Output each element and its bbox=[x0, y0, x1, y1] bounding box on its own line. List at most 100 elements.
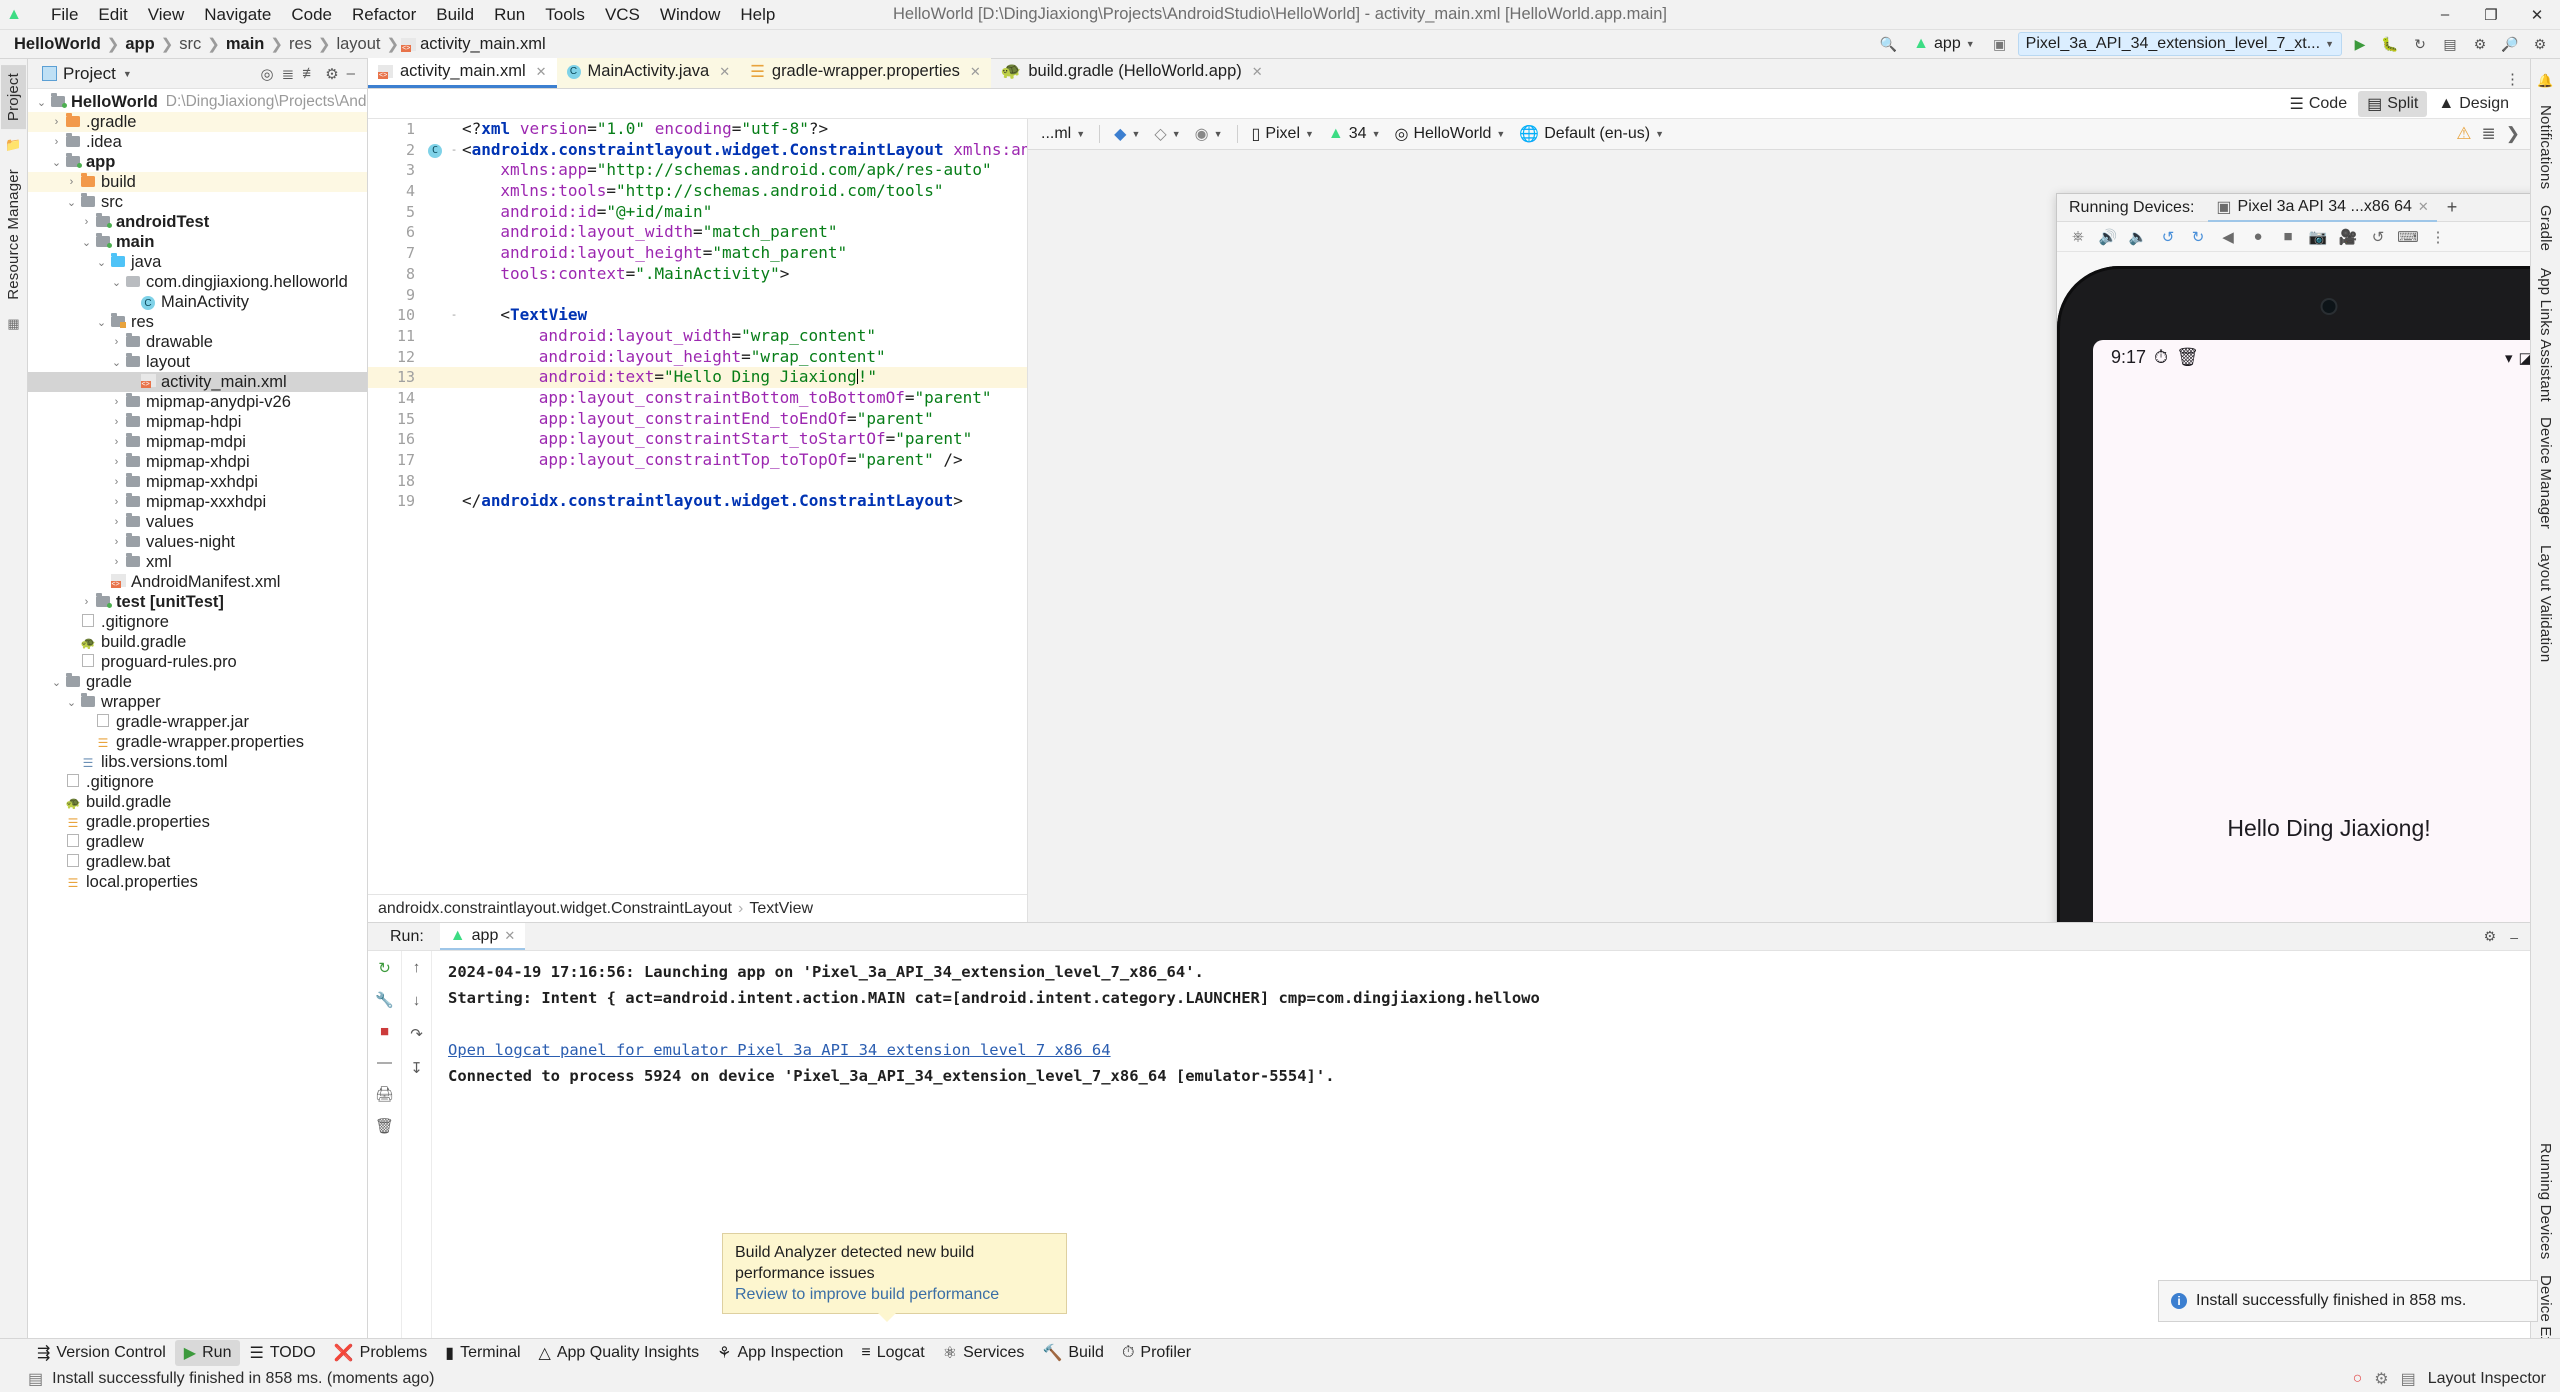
project-view-chevron-down-icon[interactable]: ▼ bbox=[123, 69, 132, 79]
menu-run[interactable]: Run bbox=[485, 2, 534, 28]
scroll-up-icon[interactable]: ↑ bbox=[413, 959, 421, 976]
tree-node[interactable]: .gitignore bbox=[28, 772, 367, 792]
tool-window-services[interactable]: ⚛ Services bbox=[934, 1340, 1034, 1366]
mode-code-button[interactable]: ☰ Code bbox=[2281, 91, 2357, 117]
menu-window[interactable]: Window bbox=[651, 2, 729, 28]
tree-expand-arrow-icon[interactable]: ⌄ bbox=[94, 256, 109, 269]
tool-tab-notifications[interactable]: Notifications bbox=[2533, 97, 2558, 197]
build-analyzer-subtitle[interactable]: Review to improve build performance bbox=[735, 1284, 1054, 1305]
tree-node[interactable]: ⌄ com.dingjiaxiong.helloworld bbox=[28, 272, 367, 292]
tool-tab-resource-manager[interactable]: Resource Manager bbox=[1, 161, 26, 308]
code-line[interactable]: 13 android:text="Hello Ding Jiaxiong!" bbox=[368, 367, 1027, 388]
hide-panel-icon[interactable]: – bbox=[347, 65, 355, 82]
breadcrumb-layout[interactable]: layout ❯ bbox=[332, 34, 401, 55]
menu-navigate[interactable]: Navigate bbox=[195, 2, 280, 28]
tree-node[interactable]: ☰ local.properties bbox=[28, 872, 367, 892]
tree-node[interactable]: › .idea bbox=[28, 132, 367, 152]
expand-all-icon[interactable]: ≣ bbox=[282, 65, 295, 83]
code-line[interactable]: 2 C - <androidx.constraintlayout.widget.Con… bbox=[368, 140, 1027, 161]
tree-node[interactable]: ⌄ gradle bbox=[28, 672, 367, 692]
tree-expand-arrow-icon[interactable]: › bbox=[109, 496, 124, 508]
breadcrumb-activity-main-xml[interactable]: activity_main.xml bbox=[401, 34, 550, 55]
run-settings-icon[interactable]: ⚙ bbox=[2484, 928, 2497, 945]
screenshot-icon[interactable]: 📷 bbox=[2303, 224, 2333, 250]
tree-node[interactable]: › mipmap-anydpi-v26 bbox=[28, 392, 367, 412]
tree-expand-arrow-icon[interactable]: › bbox=[109, 436, 124, 448]
sdk-manager-icon[interactable]: ⚙ bbox=[2468, 33, 2492, 55]
overview-icon[interactable]: ■ bbox=[2273, 224, 2303, 250]
record-icon[interactable]: 🎥 bbox=[2333, 224, 2363, 250]
tree-expand-arrow-icon[interactable]: ⌄ bbox=[109, 356, 124, 369]
volume-down-icon[interactable]: 🔈 bbox=[2123, 224, 2153, 250]
rerun-icon[interactable]: ↻ bbox=[378, 959, 391, 977]
search-icon[interactable]: 🔎 bbox=[2498, 33, 2522, 55]
tree-expand-arrow-icon[interactable]: ⌄ bbox=[109, 276, 124, 289]
status-parent-component[interactable]: androidx.constraintlayout.widget.Constra… bbox=[378, 900, 732, 918]
layout-inspector-label[interactable]: Layout Inspector bbox=[2428, 1370, 2546, 1388]
tree-expand-arrow-icon[interactable]: › bbox=[79, 216, 94, 228]
code-line[interactable]: 4 xmlns:tools="http://schemas.android.com… bbox=[368, 181, 1027, 202]
soft-wrap-icon[interactable]: ↷ bbox=[410, 1025, 423, 1043]
tree-node[interactable]: › values bbox=[28, 512, 367, 532]
tool-window-version-control[interactable]: ⇶ Version Control bbox=[28, 1340, 175, 1366]
tree-node[interactable]: ☰ libs.versions.toml bbox=[28, 752, 367, 772]
tree-expand-arrow-icon[interactable]: ⌄ bbox=[64, 696, 79, 709]
project-tree[interactable]: ⌄ HelloWorld D:\DingJiaxiong\Projects\Andr… bbox=[28, 89, 367, 1392]
tree-node[interactable]: gradle-wrapper.jar bbox=[28, 712, 367, 732]
tree-expand-arrow-icon[interactable]: ⌄ bbox=[79, 236, 94, 249]
device-selector[interactable]: Pixel_3a_API_34_extension_level_7_xt... … bbox=[2017, 32, 2342, 56]
tree-expand-arrow-icon[interactable]: › bbox=[109, 476, 124, 488]
tree-node[interactable]: ⌄ res bbox=[28, 312, 367, 332]
menu-code[interactable]: Code bbox=[282, 2, 341, 28]
tree-expand-arrow-icon[interactable]: › bbox=[109, 396, 124, 408]
tool-tab-running-devices[interactable]: Running Devices bbox=[2533, 1135, 2558, 1267]
code-line[interactable]: 3 xmlns:app="http://schemas.android.com/a… bbox=[368, 160, 1027, 181]
editor-tab-mainactivity-java[interactable]: C MainActivity.java ✕ bbox=[556, 58, 741, 88]
menu-build[interactable]: Build bbox=[427, 2, 483, 28]
tree-node[interactable]: ⌄ main bbox=[28, 232, 367, 252]
tree-expand-arrow-icon[interactable]: › bbox=[49, 116, 64, 128]
run-console[interactable]: 2024-04-19 17:16:56: Launching app on 'P… bbox=[432, 951, 2530, 1392]
tool-tab-device-manager[interactable]: Device Manager bbox=[2533, 409, 2558, 537]
tool-window-todo[interactable]: ☰ TODO bbox=[240, 1340, 324, 1366]
tree-expand-arrow-icon[interactable]: › bbox=[49, 136, 64, 148]
tree-expand-arrow-icon[interactable]: › bbox=[109, 456, 124, 468]
code-line[interactable]: 17 app:layout_constraintTop_toTopOf="pare… bbox=[368, 450, 1027, 471]
code-fold-icon[interactable]: - bbox=[446, 305, 462, 326]
tree-node[interactable]: C MainActivity bbox=[28, 292, 367, 312]
tree-node[interactable]: › build bbox=[28, 172, 367, 192]
volume-up-icon[interactable]: 🔊 bbox=[2093, 224, 2123, 250]
code-line[interactable]: 19 </androidx.constraintlayout.widget.Con… bbox=[368, 491, 1027, 512]
mode-split-button[interactable]: ▤ Split bbox=[2358, 90, 2428, 117]
code-line[interactable]: 16 app:layout_constraintStart_toStartOf="… bbox=[368, 429, 1027, 450]
tree-node[interactable]: ⌄ wrapper bbox=[28, 692, 367, 712]
search-everywhere-icon[interactable]: 🔍 bbox=[1876, 33, 1900, 55]
issue-warning-icon[interactable]: ⚠ bbox=[2456, 124, 2471, 144]
tree-node[interactable]: gradlew.bat bbox=[28, 852, 367, 872]
scroll-to-end-icon[interactable]: ↧ bbox=[410, 1059, 423, 1077]
code-line[interactable]: 1 <?xml version="1.0" encoding="utf-8"?> bbox=[368, 119, 1027, 140]
scroll-down-icon[interactable]: ↓ bbox=[413, 992, 421, 1009]
code-line[interactable]: 14 app:layout_constraintBottom_toBottomOf… bbox=[368, 388, 1027, 409]
print-icon[interactable]: 🖨 bbox=[375, 1085, 394, 1103]
tree-expand-arrow-icon[interactable]: ⌄ bbox=[49, 676, 64, 689]
tree-node[interactable]: › values-night bbox=[28, 532, 367, 552]
tree-node[interactable]: › .gradle bbox=[28, 112, 367, 132]
code-line[interactable]: 12 android:layout_height="wrap_content" bbox=[368, 347, 1027, 368]
editor-tab-activity-main-xml[interactable]: activity_main.xml ✕ bbox=[368, 58, 557, 88]
design-file-chip[interactable]: ...ml ▼ bbox=[1034, 123, 1092, 145]
code-line[interactable]: 15 app:layout_constraintEnd_toEndOf="pare… bbox=[368, 409, 1027, 430]
breadcrumb-res[interactable]: res ❯ bbox=[285, 34, 333, 55]
tree-node[interactable]: › xml bbox=[28, 552, 367, 572]
tree-expand-arrow-icon[interactable]: › bbox=[109, 416, 124, 428]
breadcrumb-helloworld[interactable]: HelloWorld ❯ bbox=[10, 34, 121, 55]
trash-icon[interactable]: 🗑 bbox=[375, 1117, 394, 1135]
device-chip[interactable]: ▯ Pixel ▼ bbox=[1245, 122, 1321, 146]
attach-debugger-icon[interactable]: 🔧 bbox=[375, 991, 394, 1009]
blueprint-mode-icon[interactable]: ◇ ▼ bbox=[1147, 122, 1187, 146]
orientation-icon[interactable]: ◉ ▼ bbox=[1188, 122, 1230, 146]
close-run-tab-icon[interactable]: ✕ bbox=[504, 928, 515, 944]
tree-node[interactable]: activity_main.xml bbox=[28, 372, 367, 392]
design-mode-icon[interactable]: ◆ ▼ bbox=[1107, 122, 1147, 146]
tree-node[interactable]: ⌄ app bbox=[28, 152, 367, 172]
